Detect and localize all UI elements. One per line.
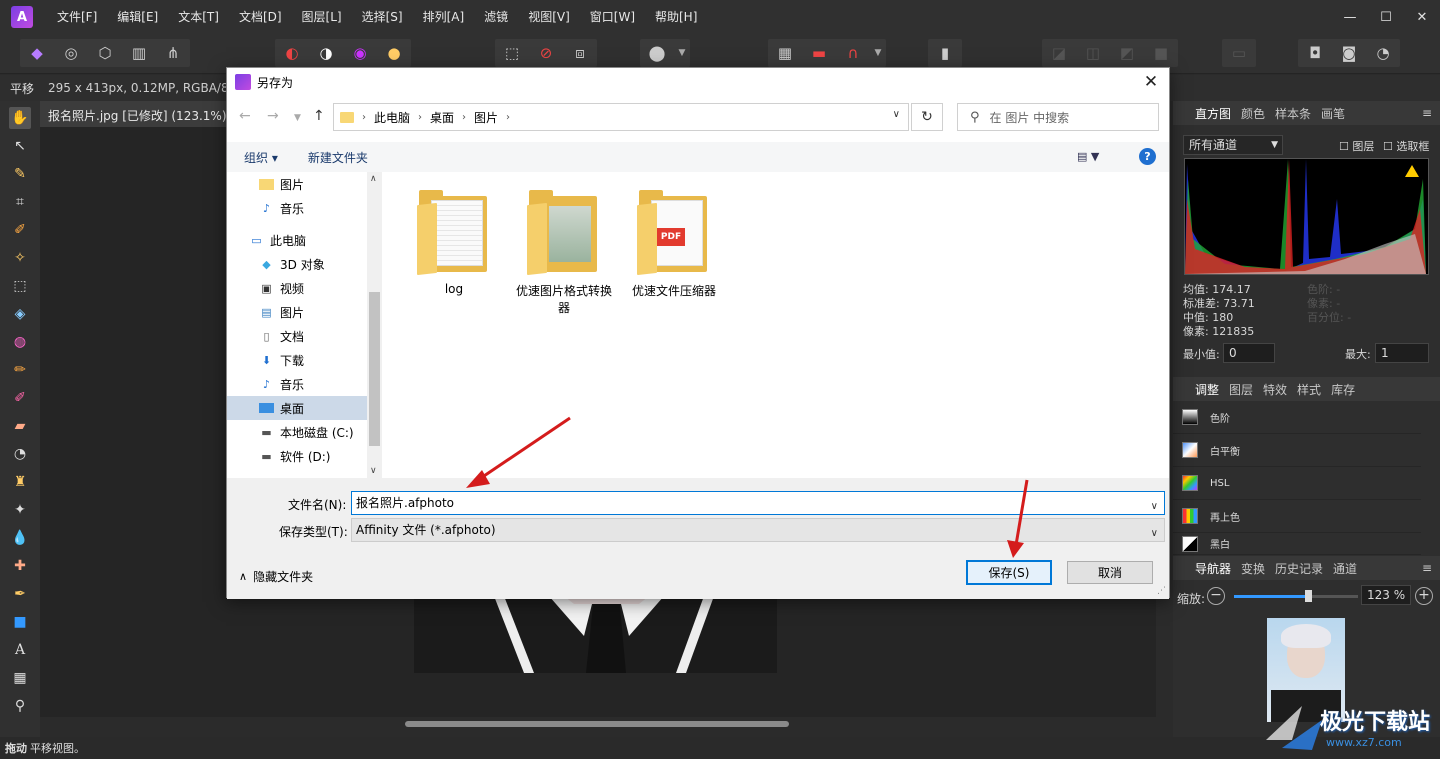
annotation-arrow-filename	[466, 416, 571, 488]
watermark-url: www.xz7.com	[1326, 736, 1402, 749]
annotation-arrows	[466, 416, 1029, 558]
watermark-logo: 极光下载站 www.xz7.com	[1262, 700, 1440, 759]
watermark-text: 极光下载站	[1320, 710, 1431, 735]
annotation-arrow-save	[1007, 479, 1029, 558]
